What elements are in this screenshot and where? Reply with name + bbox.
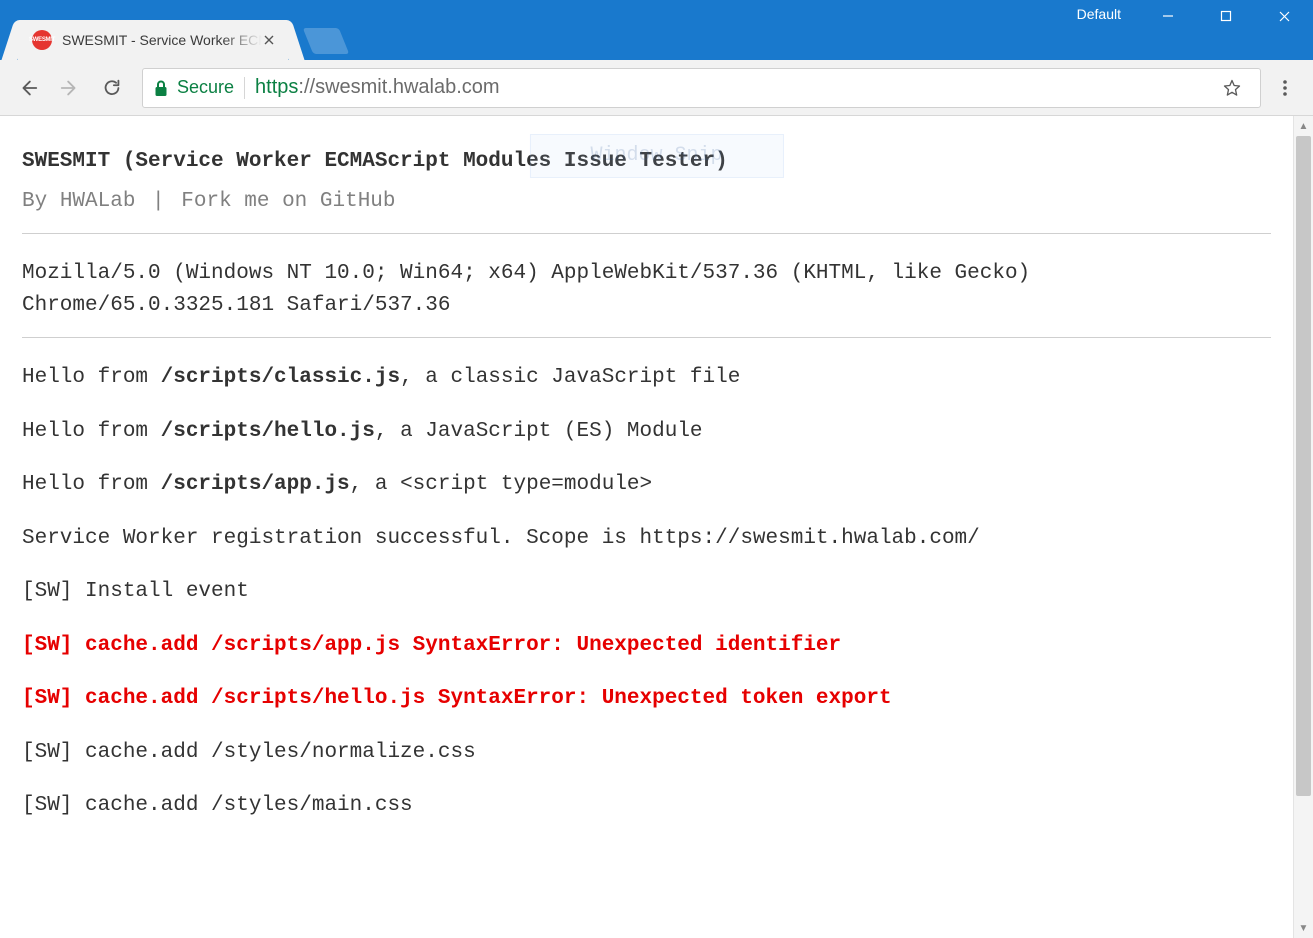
page-content: Window Snip SWESMIT (Service Worker ECMA… [0, 116, 1293, 938]
scroll-track[interactable] [1294, 136, 1313, 918]
toolbar: Secure https://swesmit.hwalab.com [0, 60, 1313, 116]
minimize-button[interactable] [1139, 0, 1197, 32]
separator [244, 77, 245, 99]
bookmark-star-button[interactable] [1214, 70, 1250, 106]
log-line: Hello from /scripts/classic.js, a classi… [22, 362, 1271, 394]
scroll-up-arrow[interactable]: ▲ [1294, 116, 1313, 136]
maximize-button[interactable] [1197, 0, 1255, 32]
scroll-thumb[interactable] [1296, 136, 1311, 796]
reload-button[interactable] [94, 70, 130, 106]
log-line: Hello from /scripts/hello.js, a JavaScri… [22, 416, 1271, 448]
chrome-menu-button[interactable] [1267, 70, 1303, 106]
byline: By HWALab | Fork me on GitHub [22, 186, 1271, 218]
log-line-error: [SW] cache.add /scripts/hello.js SyntaxE… [22, 683, 1271, 715]
log-line: [SW] Install event [22, 576, 1271, 608]
window-controls: Default [1059, 0, 1313, 32]
lock-icon [153, 79, 169, 97]
log-line-error: [SW] cache.add /scripts/app.js SyntaxErr… [22, 630, 1271, 662]
url-text: https://swesmit.hwalab.com [255, 76, 1204, 99]
divider [22, 337, 1271, 338]
page-title: SWESMIT (Service Worker ECMAScript Modul… [22, 146, 1271, 178]
log-line: [SW] cache.add /styles/main.css [22, 790, 1271, 822]
security-indicator[interactable]: Secure [153, 77, 234, 98]
tab-strip: SWESMIT SWESMIT - Service Worker ECMAScr… [0, 0, 344, 60]
log-line: Service Worker registration successful. … [22, 523, 1271, 555]
tab-active[interactable]: SWESMIT SWESMIT - Service Worker ECMAScr… [18, 20, 288, 60]
vertical-scrollbar[interactable]: ▲ ▼ [1293, 116, 1313, 938]
new-tab-button[interactable] [303, 28, 350, 54]
tab-title: SWESMIT - Service Worker ECMAScript Modu… [62, 32, 262, 48]
close-window-button[interactable] [1255, 0, 1313, 32]
back-button[interactable] [10, 70, 46, 106]
browser-window: SWESMIT SWESMIT - Service Worker ECMAScr… [0, 0, 1313, 938]
forward-button[interactable] [52, 70, 88, 106]
address-bar[interactable]: Secure https://swesmit.hwalab.com [142, 68, 1261, 108]
titlebar: SWESMIT SWESMIT - Service Worker ECMAScr… [0, 0, 1313, 60]
fork-link[interactable]: Fork me on GitHub [181, 190, 395, 213]
log-line: [SW] cache.add /styles/normalize.css [22, 737, 1271, 769]
favicon: SWESMIT [32, 30, 52, 50]
scroll-down-arrow[interactable]: ▼ [1294, 918, 1313, 938]
log-line: Hello from /scripts/app.js, a <script ty… [22, 469, 1271, 501]
tab-close-button[interactable] [262, 33, 276, 47]
author-link[interactable]: HWALab [60, 190, 136, 213]
secure-label: Secure [177, 77, 234, 98]
user-agent-text: Mozilla/5.0 (Windows NT 10.0; Win64; x64… [22, 258, 1271, 321]
viewport-wrap: Window Snip SWESMIT (Service Worker ECMA… [0, 116, 1313, 938]
divider [22, 233, 1271, 234]
profile-label[interactable]: Default [1059, 0, 1139, 32]
